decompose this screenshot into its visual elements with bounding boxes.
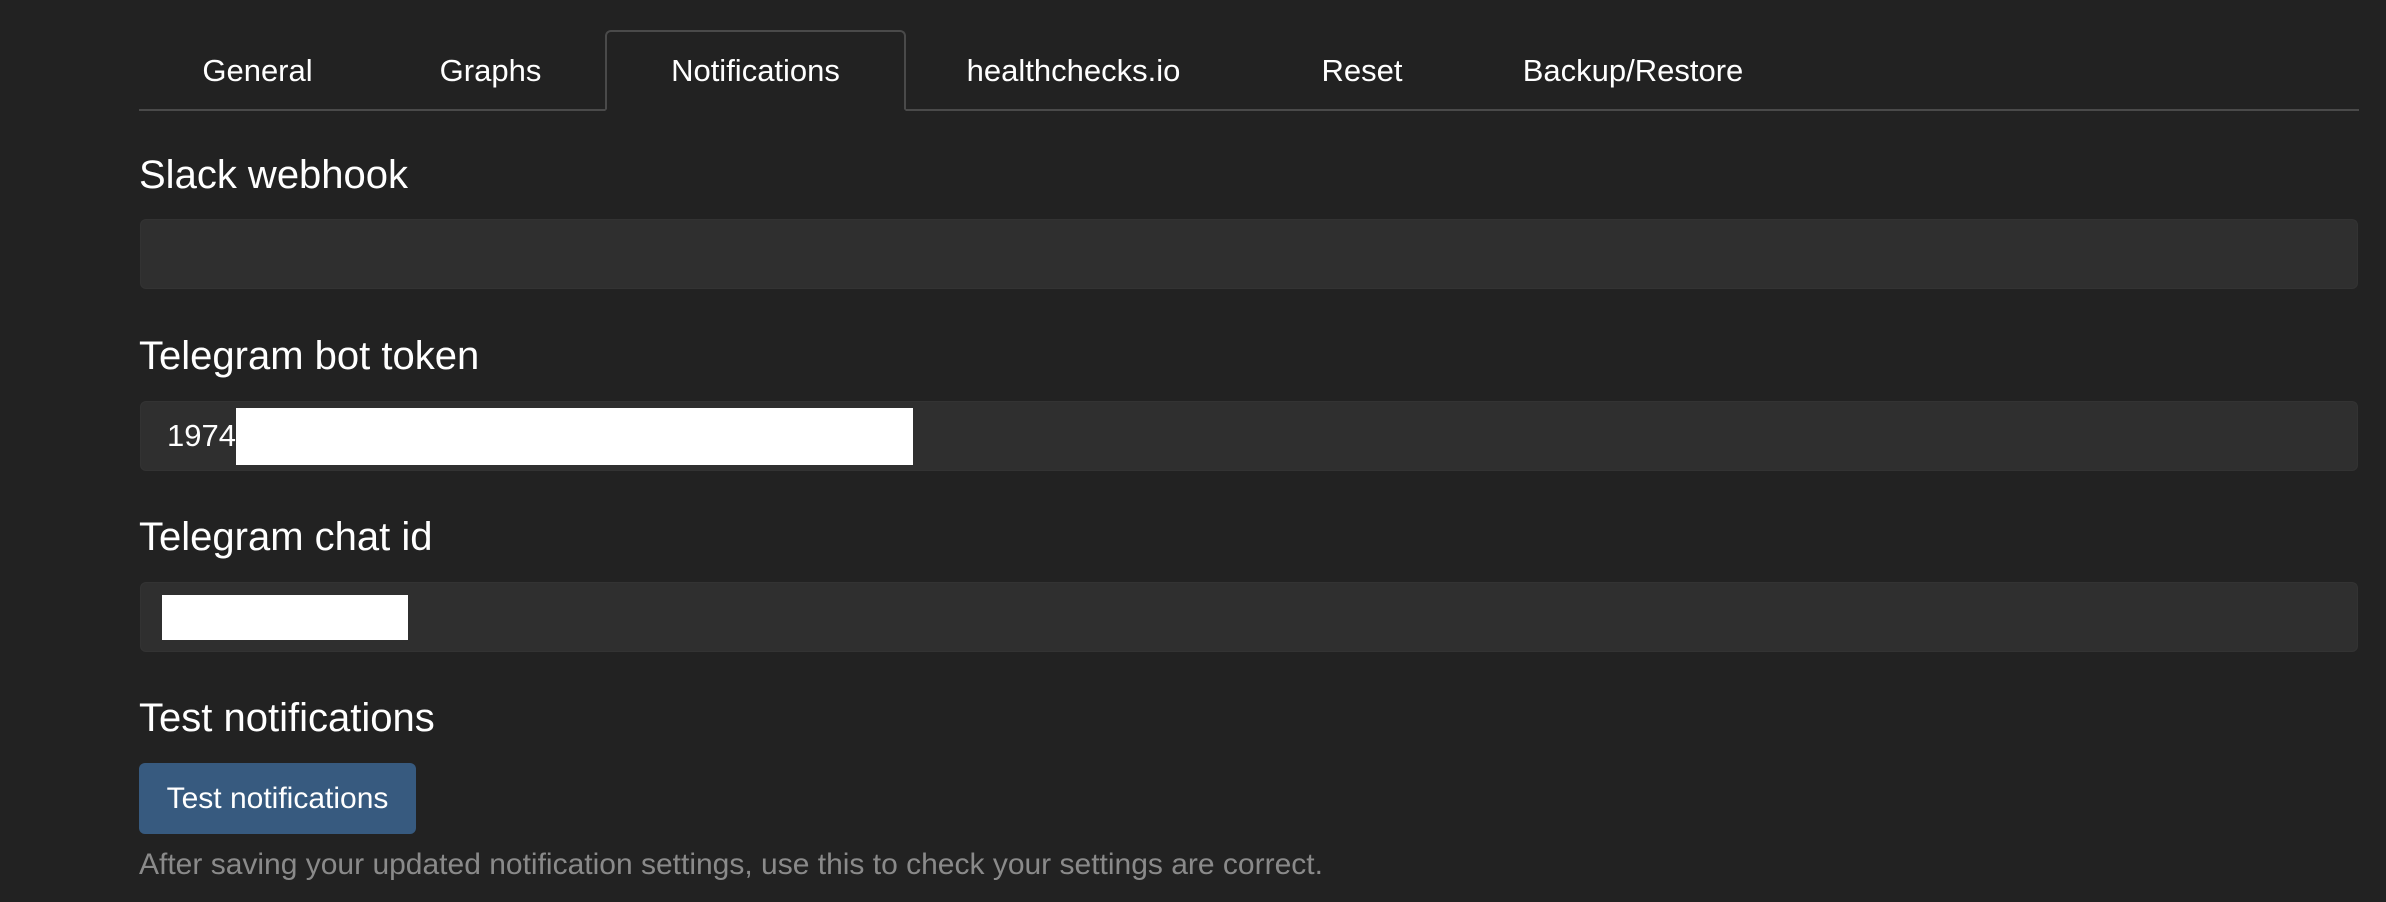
redaction-block [162, 594, 408, 640]
telegram-chat-id-title: Telegram chat id [139, 515, 433, 559]
telegram-bot-token-value: 1974 [167, 418, 236, 453]
tab-backup-restore[interactable]: Backup/Restore [1483, 32, 1783, 109]
tab-graphs[interactable]: Graphs [376, 32, 605, 109]
settings-page: General Graphs Notifications healthcheck… [0, 0, 2386, 902]
telegram-bot-token-input[interactable]: 1974 [140, 401, 2358, 471]
test-notifications-title: Test notifications [139, 696, 435, 740]
tab-general[interactable]: General [139, 32, 376, 109]
slack-webhook-title: Slack webhook [139, 153, 409, 197]
slack-webhook-input[interactable] [140, 219, 2358, 289]
telegram-bot-token-title: Telegram bot token [139, 334, 480, 378]
tab-reset[interactable]: Reset [1241, 32, 1483, 109]
settings-tabs: General Graphs Notifications healthcheck… [139, 30, 2359, 111]
test-notifications-help: After saving your updated notification s… [139, 848, 1323, 881]
tab-healthchecks[interactable]: healthchecks.io [906, 32, 1241, 109]
test-notifications-button[interactable]: Test notifications [139, 763, 416, 834]
redaction-block [235, 407, 913, 465]
tab-notifications[interactable]: Notifications [605, 30, 906, 111]
telegram-chat-id-input[interactable] [140, 582, 2358, 652]
